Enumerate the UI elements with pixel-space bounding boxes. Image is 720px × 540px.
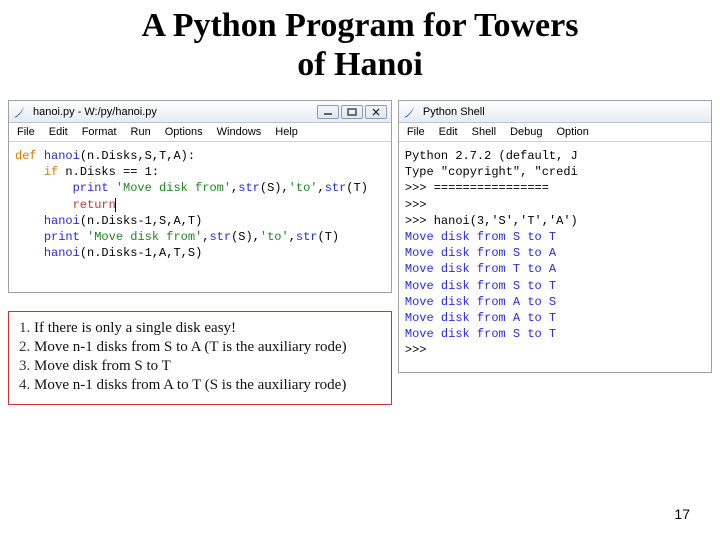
- algo-step-2: Move n-1 disks from S to A (T is the aux…: [17, 339, 383, 356]
- menu-help[interactable]: Help: [275, 126, 298, 138]
- shell-title: Python Shell: [423, 106, 707, 118]
- editor-window: hanoi.py - W:/py/hanoi.py File Edit Form…: [8, 100, 392, 293]
- menu-run[interactable]: Run: [131, 126, 151, 138]
- shell-titlebar: Python Shell: [399, 101, 711, 123]
- editor-code-area[interactable]: def hanoi(n.Disks,S,T,A): if n.Disks == …: [9, 142, 391, 292]
- shell-out-2: Move disk from S to A: [405, 246, 556, 260]
- shell-banner-1: Python 2.7.2 (default, J: [405, 149, 578, 163]
- shell-menu-debug[interactable]: Debug: [510, 126, 542, 138]
- algorithm-box: If there is only a single disk easy! Mov…: [8, 311, 392, 405]
- shell-call: hanoi(3,'S','T','A'): [434, 214, 578, 228]
- shell-divider: ================: [434, 181, 549, 195]
- close-button[interactable]: [365, 105, 387, 119]
- editor-titlebar: hanoi.py - W:/py/hanoi.py: [9, 101, 391, 123]
- editor-title: hanoi.py - W:/py/hanoi.py: [33, 106, 311, 118]
- menu-windows[interactable]: Windows: [217, 126, 262, 138]
- app-icon: [13, 105, 27, 119]
- shell-menu-file[interactable]: File: [407, 126, 425, 138]
- algo-step-4: Move n-1 disks from A to T (S is the aux…: [17, 377, 383, 394]
- title-line-1: A Python Program for Towers: [142, 7, 579, 44]
- text-cursor: [115, 198, 116, 212]
- shell-out-4: Move disk from S to T: [405, 279, 556, 293]
- editor-menubar: File Edit Format Run Options Windows Hel…: [9, 123, 391, 142]
- shell-out-1: Move disk from S to T: [405, 230, 556, 244]
- page-number: 17: [674, 506, 690, 522]
- algo-step-3: Move disk from S to T: [17, 358, 383, 375]
- shell-window: Python Shell File Edit Shell Debug Optio…: [398, 100, 712, 373]
- menu-file[interactable]: File: [17, 126, 35, 138]
- shell-menubar: File Edit Shell Debug Option: [399, 123, 711, 142]
- menu-options[interactable]: Options: [165, 126, 203, 138]
- algo-step-1: If there is only a single disk easy!: [17, 320, 383, 337]
- menu-format[interactable]: Format: [82, 126, 117, 138]
- title-line-2: of Hanoi: [297, 46, 423, 83]
- shell-output-area[interactable]: Python 2.7.2 (default, J Type "copyright…: [399, 142, 711, 372]
- slide-title: A Python Program for Towers of Hanoi: [0, 0, 720, 84]
- shell-menu-edit[interactable]: Edit: [439, 126, 458, 138]
- shell-banner-2: Type "copyright", "credi: [405, 165, 578, 179]
- shell-out-6: Move disk from A to T: [405, 311, 556, 325]
- shell-out-5: Move disk from A to S: [405, 295, 556, 309]
- window-buttons: [317, 105, 387, 119]
- app-icon: [403, 105, 417, 119]
- shell-out-3: Move disk from T to A: [405, 262, 556, 276]
- shell-menu-option[interactable]: Option: [557, 126, 589, 138]
- minimize-button[interactable]: [317, 105, 339, 119]
- shell-out-7: Move disk from S to T: [405, 327, 556, 341]
- maximize-button[interactable]: [341, 105, 363, 119]
- shell-menu-shell[interactable]: Shell: [472, 126, 496, 138]
- menu-edit[interactable]: Edit: [49, 126, 68, 138]
